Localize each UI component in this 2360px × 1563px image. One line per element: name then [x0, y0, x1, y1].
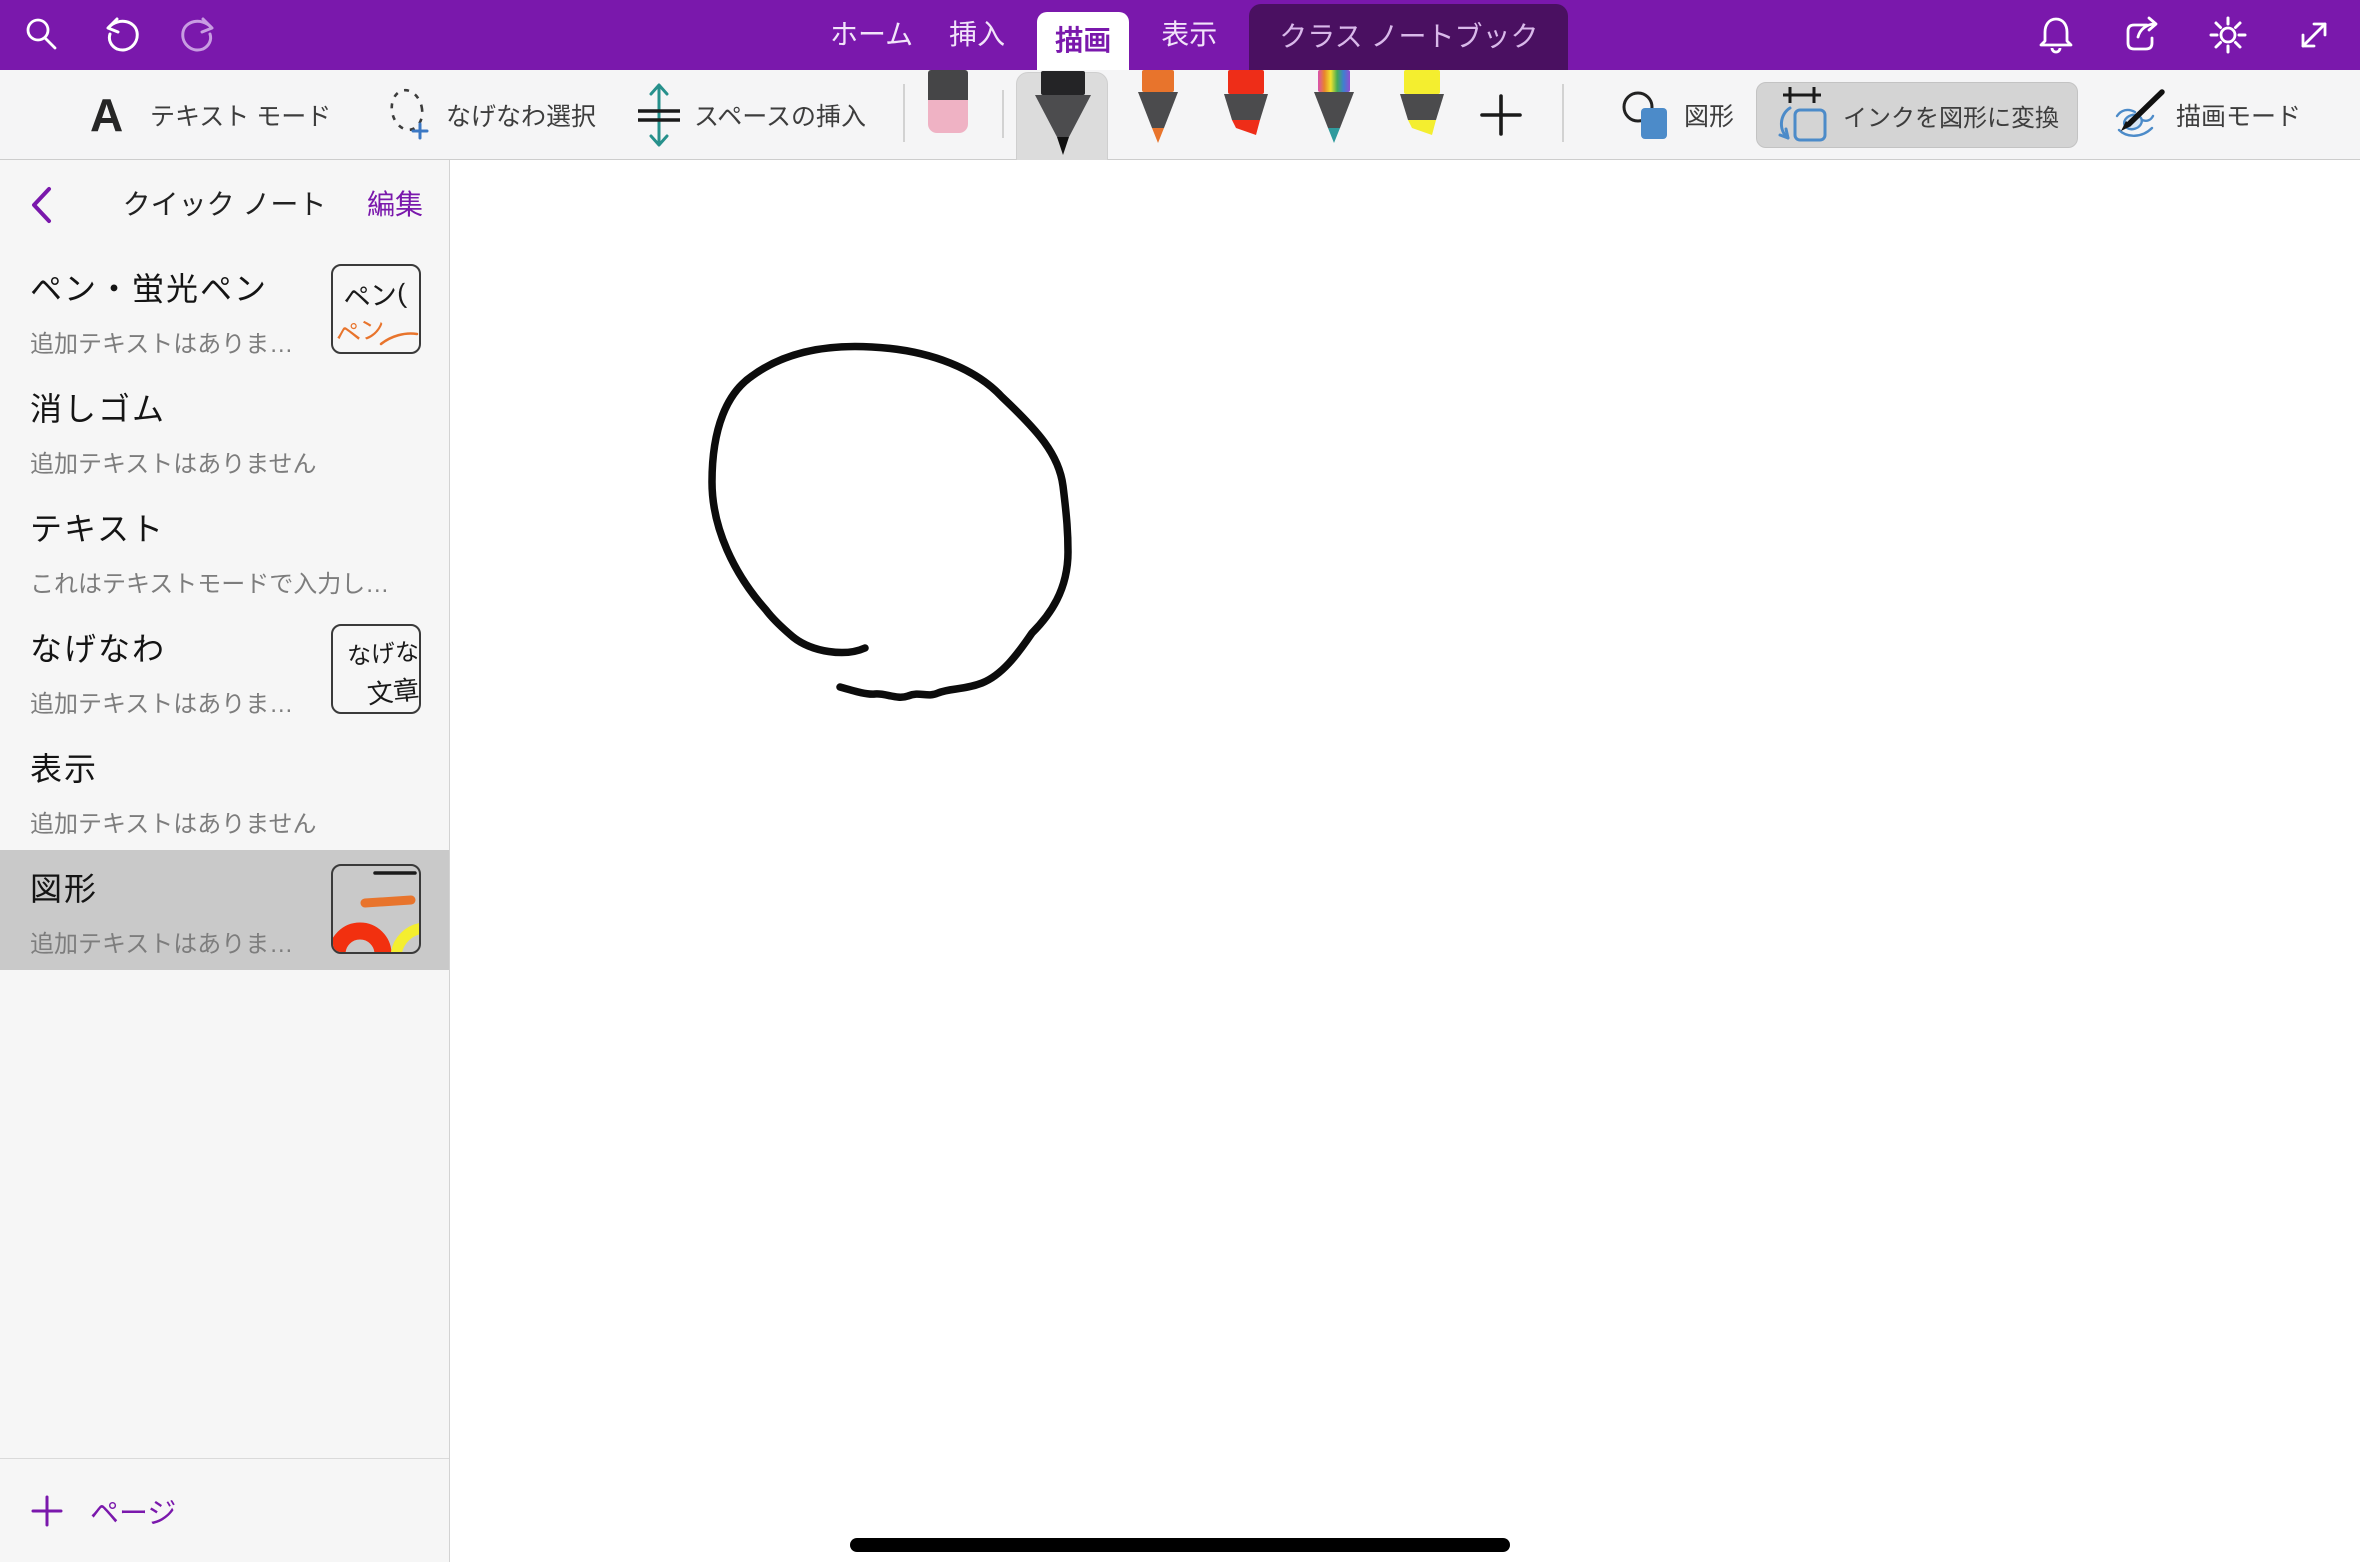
shapes-label: 図形: [1684, 97, 1734, 133]
draw-mode-label-wrap[interactable]: 描画モード: [2176, 70, 2301, 160]
shapes-label-wrap[interactable]: 図形: [1684, 70, 1734, 160]
ribbon-tabs: ホーム 挿入 描画 表示 クラス ノートブック: [812, 0, 1568, 70]
sidebar-header: クイック ノート 編集: [0, 160, 449, 250]
eraser-tip: [928, 100, 968, 133]
bell-icon: [2036, 14, 2076, 56]
add-page-label: ページ: [90, 1490, 176, 1532]
text-mode-button[interactable]: A: [90, 70, 123, 160]
lasso-icon: [386, 84, 436, 146]
notifications-button[interactable]: [2028, 14, 2084, 56]
plus-icon: [30, 1494, 64, 1528]
redo-icon: [177, 12, 223, 58]
draw-mode-icon: [2112, 86, 2168, 144]
page-row-text[interactable]: テキスト これはテキストモードで入力し…: [0, 490, 449, 610]
text-mode-icon: A: [90, 88, 123, 142]
page-thumbnail-shapes: [331, 864, 421, 954]
ink-to-shape-button[interactable]: インクを図形に変換: [1756, 82, 2078, 148]
tab-view[interactable]: 表示: [1143, 0, 1235, 70]
page-subtitle: 追加テキストはありません: [30, 444, 449, 479]
draw-ribbon: A テキスト モード なげなわ選択 スペースの挿入: [0, 70, 2360, 160]
hand-drawn-circle-ink[interactable]: [450, 160, 2360, 1562]
page-subtitle: 追加テキストはありません: [30, 804, 449, 839]
insert-space-button[interactable]: [636, 70, 682, 160]
ink-to-shape-icon: [1773, 86, 1829, 144]
lasso-label-wrap[interactable]: なげなわ選択: [446, 70, 596, 160]
home-indicator[interactable]: [850, 1538, 1510, 1552]
gear-icon: [2207, 14, 2249, 56]
lasso-select-button[interactable]: [386, 70, 436, 160]
edit-button[interactable]: 編集: [367, 160, 423, 250]
lasso-label: なげなわ選択: [446, 97, 596, 133]
share-button[interactable]: [2114, 14, 2170, 56]
shapes-button[interactable]: [1620, 70, 1672, 160]
redo-button[interactable]: [172, 0, 228, 70]
ribbon-separator-2: [1562, 84, 1564, 142]
page-row-eraser[interactable]: 消しゴム 追加テキストはありません: [0, 370, 449, 490]
tab-draw[interactable]: 描画: [1037, 12, 1129, 70]
eraser-body: [928, 70, 968, 100]
undo-button[interactable]: [92, 0, 148, 70]
fullscreen-button[interactable]: [2286, 15, 2342, 55]
thumb-ink-line1: なげな: [346, 632, 420, 672]
thumb-ink-line2: 文章: [365, 669, 421, 711]
search-button[interactable]: [14, 0, 70, 70]
add-page-button[interactable]: ページ: [0, 1458, 449, 1562]
insert-space-label: スペースの挿入: [694, 97, 866, 133]
onenote-app: ホーム 挿入 描画 表示 クラス ノートブック A テキスト: [0, 0, 2360, 1563]
drawing-canvas[interactable]: [450, 160, 2360, 1562]
expand-icon: [2294, 15, 2334, 55]
page-title: 表示: [30, 744, 449, 790]
text-mode-label: テキスト モード: [150, 97, 331, 133]
page-row-view[interactable]: 表示 追加テキストはありません: [0, 730, 449, 850]
page-row-lasso[interactable]: なげなわ 追加テキストはありま… なげな 文章: [0, 610, 449, 730]
thumb-ink-stroke: [333, 266, 419, 352]
top-right-actions: [2028, 0, 2342, 70]
page-row-shapes[interactable]: 図形 追加テキストはありま…: [0, 850, 449, 970]
black-pen-icon: [1027, 71, 1099, 157]
undo-icon: [97, 12, 143, 58]
pen-separator: [1002, 90, 1004, 138]
page-thumbnail-pen: ペン( ペン: [331, 264, 421, 354]
thumb-shape-strokes: [333, 866, 419, 952]
ink-to-shape-label: インクを図形に変換: [1843, 98, 2059, 133]
plus-icon: [1478, 92, 1524, 138]
rainbow-pen[interactable]: [1306, 70, 1362, 144]
draw-mode-label: 描画モード: [2176, 97, 2301, 133]
ribbon-separator: [903, 84, 905, 142]
search-icon: [22, 15, 62, 55]
page-row-pen[interactable]: ペン・蛍光ペン 追加テキストはありま… ペン( ペン: [0, 250, 449, 370]
page-title: 消しゴム: [30, 384, 449, 430]
tab-class-notebook[interactable]: クラス ノートブック: [1249, 4, 1568, 70]
page-title: テキスト: [30, 504, 449, 550]
page-subtitle: これはテキストモードで入力し…: [30, 564, 449, 599]
orange-pen[interactable]: [1130, 70, 1186, 144]
shapes-icon: [1620, 87, 1672, 143]
share-icon: [2121, 14, 2163, 56]
page-thumbnail-lasso: なげな 文章: [331, 624, 421, 714]
insert-space-label-wrap[interactable]: スペースの挿入: [694, 70, 866, 160]
draw-mode-button[interactable]: [2112, 70, 2168, 160]
tab-insert[interactable]: 挿入: [931, 0, 1023, 70]
top-bar: ホーム 挿入 描画 表示 クラス ノートブック: [0, 0, 2360, 70]
red-highlighter[interactable]: [1218, 70, 1274, 138]
main-area: クイック ノート 編集 ペン・蛍光ペン 追加テキストはありま… ペン( ペン 消…: [0, 160, 2360, 1562]
settings-button[interactable]: [2200, 14, 2256, 56]
page-list-sidebar: クイック ノート 編集 ペン・蛍光ペン 追加テキストはありま… ペン( ペン 消…: [0, 160, 450, 1562]
insert-space-icon: [636, 82, 682, 148]
eraser-tool[interactable]: [928, 70, 968, 133]
tab-home[interactable]: ホーム: [812, 0, 931, 70]
add-pen-button[interactable]: [1478, 70, 1524, 160]
yellow-highlighter[interactable]: [1394, 70, 1450, 138]
text-mode-label-wrap[interactable]: テキスト モード: [150, 70, 331, 160]
